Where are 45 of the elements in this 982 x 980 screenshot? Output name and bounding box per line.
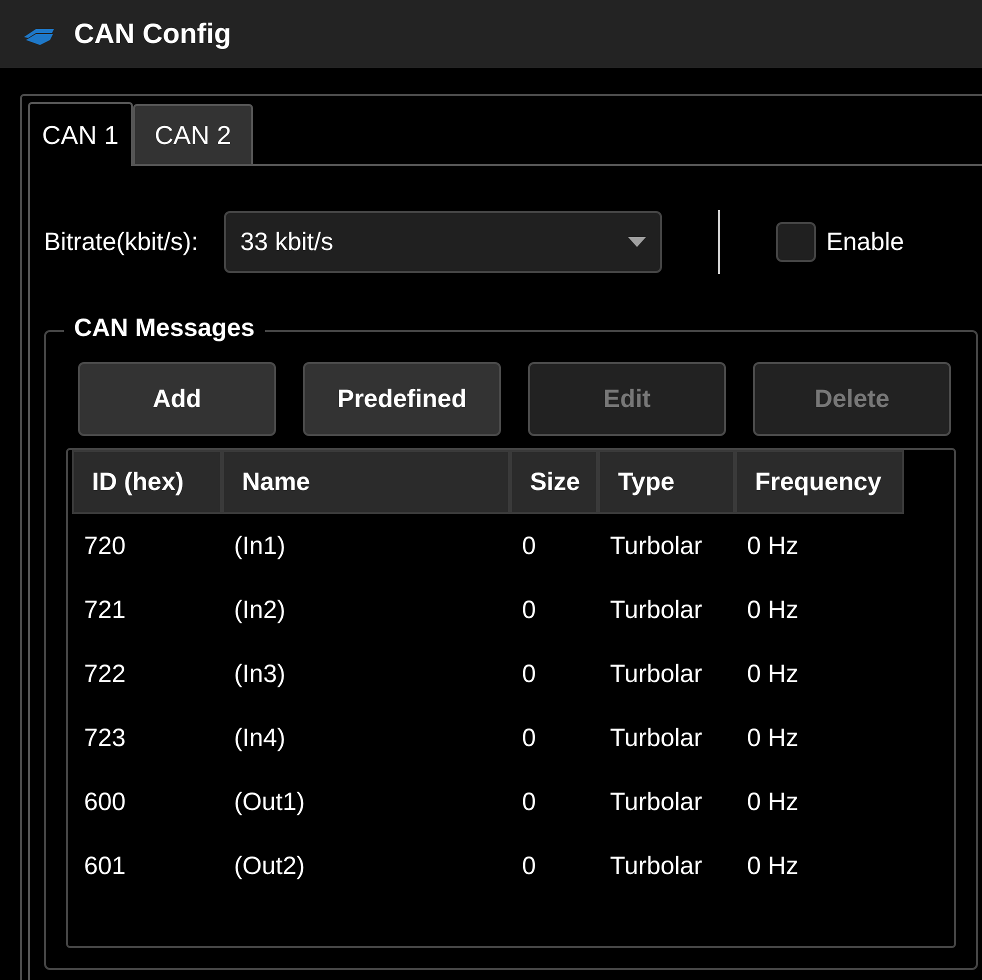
caret-icon — [628, 237, 646, 247]
table-cell: Turbolar — [610, 852, 702, 880]
table-cell: 0 — [522, 724, 536, 752]
table-cell: (Out1) — [234, 788, 305, 816]
table-cell: 600 — [84, 788, 126, 816]
action-button[interactable]: Add — [78, 362, 276, 436]
table-cell: Turbolar — [610, 724, 702, 752]
table-cell: 721 — [84, 596, 126, 624]
table-cell: 0 Hz — [747, 596, 798, 624]
table-cell: (In2) — [234, 596, 286, 624]
column-header[interactable]: ID (hex) — [72, 450, 222, 514]
tab[interactable]: CAN 2 — [132, 104, 254, 166]
table-cell: (Out2) — [234, 852, 305, 880]
enable-label: Enable — [826, 228, 904, 256]
table-cell: 0 Hz — [747, 532, 798, 560]
enable-checkbox[interactable] — [776, 222, 816, 262]
column-header[interactable]: Frequency — [735, 450, 904, 514]
table-cell: 0 Hz — [747, 724, 798, 752]
table-cell: 0 — [522, 660, 536, 688]
tab[interactable]: CAN 1 — [28, 102, 133, 166]
bitrate-dropdown[interactable]: 33 kbit/s — [224, 211, 662, 273]
table-cell: Turbolar — [610, 596, 702, 624]
table-cell: Turbolar — [610, 788, 702, 816]
table-cell: 0 Hz — [747, 788, 798, 816]
table-cell: (In4) — [234, 724, 286, 752]
table-cell: (In1) — [234, 532, 286, 560]
table-cell: 722 — [84, 660, 126, 688]
table-cell: 720 — [84, 532, 126, 560]
column-header[interactable]: Type — [598, 450, 735, 514]
table-cell: 0 Hz — [747, 852, 798, 880]
column-header[interactable]: Name — [222, 450, 510, 514]
table-cell: 0 — [522, 788, 536, 816]
table-cell: 0 — [522, 596, 536, 624]
table-cell: Turbolar — [610, 532, 702, 560]
table-cell: 0 Hz — [747, 660, 798, 688]
table-cell: 0 — [522, 532, 536, 560]
table-cell: Turbolar — [610, 660, 702, 688]
table-cell: 601 — [84, 852, 126, 880]
column-header[interactable]: Size — [510, 450, 598, 514]
table-cell: 723 — [84, 724, 126, 752]
table-cell: 0 — [522, 852, 536, 880]
table-cell: (In3) — [234, 660, 286, 688]
bitrate-label: Bitrate(kbit/s): — [44, 228, 198, 256]
window-title: CAN Config — [74, 18, 232, 50]
action-button[interactable]: Predefined — [303, 362, 501, 436]
